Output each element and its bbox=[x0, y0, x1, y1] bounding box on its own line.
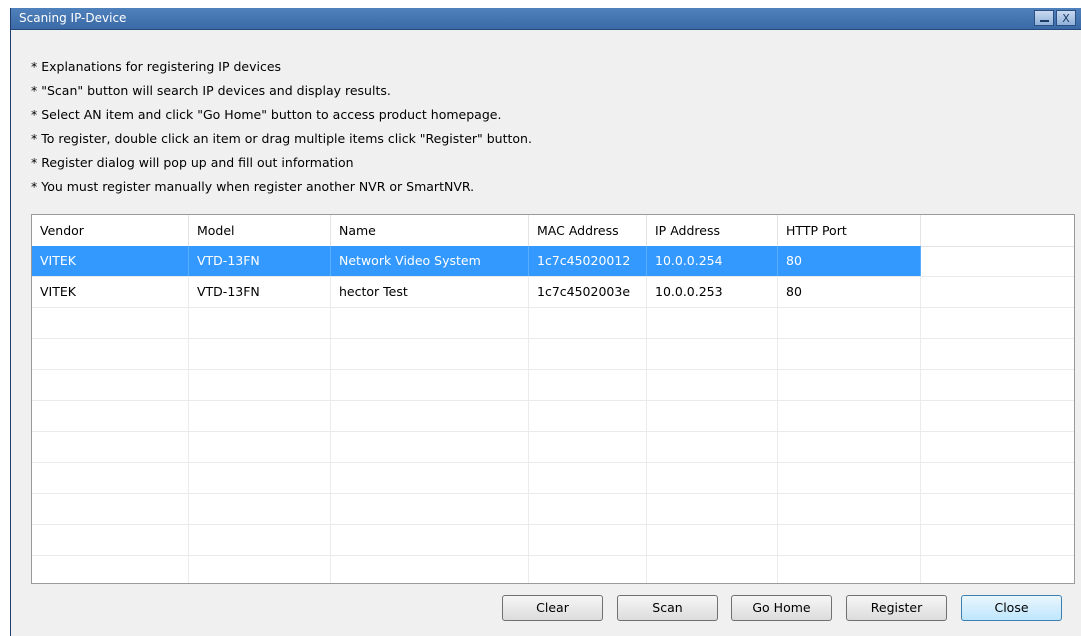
column-header-http-port[interactable]: HTTP Port bbox=[778, 215, 921, 246]
column-header-model[interactable]: Model bbox=[189, 215, 331, 246]
scan-button[interactable]: Scan bbox=[617, 595, 718, 621]
explanation-line: * Explanations for registering IP device… bbox=[31, 59, 282, 74]
register-button[interactable]: Register bbox=[846, 595, 947, 621]
cell-ip-address: 10.0.0.253 bbox=[647, 277, 778, 307]
close-button[interactable]: Close bbox=[961, 595, 1062, 621]
empty-table-row bbox=[32, 525, 1074, 556]
device-list-table[interactable]: Vendor Model Name MAC Address IP Address… bbox=[31, 214, 1075, 584]
go-home-button[interactable]: Go Home bbox=[731, 595, 832, 621]
column-header-vendor[interactable]: Vendor bbox=[32, 215, 189, 246]
cell-name: hector Test bbox=[331, 277, 529, 307]
cell-name: Network Video System bbox=[331, 246, 529, 276]
cell-vendor: VITEK bbox=[32, 277, 189, 307]
empty-table-row bbox=[32, 494, 1074, 525]
explanation-line: * Register dialog will pop up and fill o… bbox=[31, 155, 354, 170]
explanations-text: * Explanations for registering IP device… bbox=[31, 59, 532, 203]
cell-model: VTD-13FN bbox=[189, 277, 331, 307]
empty-table-row bbox=[32, 556, 1074, 583]
column-header-name[interactable]: Name bbox=[331, 215, 529, 246]
empty-table-row bbox=[32, 463, 1074, 494]
minimize-button[interactable] bbox=[1034, 10, 1054, 26]
clear-button[interactable]: Clear bbox=[502, 595, 603, 621]
explanation-line: * You must register manually when regist… bbox=[31, 179, 475, 194]
cell-mac-address: 1c7c45020012 bbox=[529, 246, 647, 276]
empty-table-row bbox=[32, 308, 1074, 339]
title-bar[interactable]: Scaning IP-Device X bbox=[11, 8, 1081, 30]
window-title: Scaning IP-Device bbox=[19, 11, 127, 25]
column-header-ip-address[interactable]: IP Address bbox=[647, 215, 778, 246]
explanation-line: * Select AN item and click "Go Home" but… bbox=[31, 107, 502, 122]
cell-vendor: VITEK bbox=[32, 246, 189, 276]
column-header-mac-address[interactable]: MAC Address bbox=[529, 215, 647, 246]
cell-ip-address: 10.0.0.254 bbox=[647, 246, 778, 276]
minimize-icon bbox=[1039, 20, 1049, 22]
close-window-button[interactable]: X bbox=[1056, 10, 1076, 26]
empty-table-row bbox=[32, 370, 1074, 401]
explanation-line: * To register, double click an item or d… bbox=[31, 131, 532, 146]
column-header-filler bbox=[921, 215, 1074, 246]
cell-mac-address: 1c7c4502003e bbox=[529, 277, 647, 307]
explanation-line: * "Scan" button will search IP devices a… bbox=[31, 83, 391, 98]
window-controls: X bbox=[1034, 10, 1076, 26]
cell-http-port: 80 bbox=[778, 277, 921, 307]
empty-table-row bbox=[32, 432, 1074, 463]
cell-http-port: 80 bbox=[778, 246, 921, 276]
empty-table-row bbox=[32, 401, 1074, 432]
table-header: Vendor Model Name MAC Address IP Address… bbox=[32, 215, 1074, 247]
close-icon: X bbox=[1062, 11, 1070, 25]
empty-table-row bbox=[32, 339, 1074, 370]
cell-model: VTD-13FN bbox=[189, 246, 331, 276]
table-row[interactable]: VITEK VTD-13FN hector Test 1c7c4502003e … bbox=[32, 277, 1074, 308]
scan-ip-device-window: Scaning IP-Device X * Explanations for r… bbox=[10, 8, 1081, 636]
table-row[interactable]: VITEK VTD-13FN Network Video System 1c7c… bbox=[32, 246, 1074, 277]
